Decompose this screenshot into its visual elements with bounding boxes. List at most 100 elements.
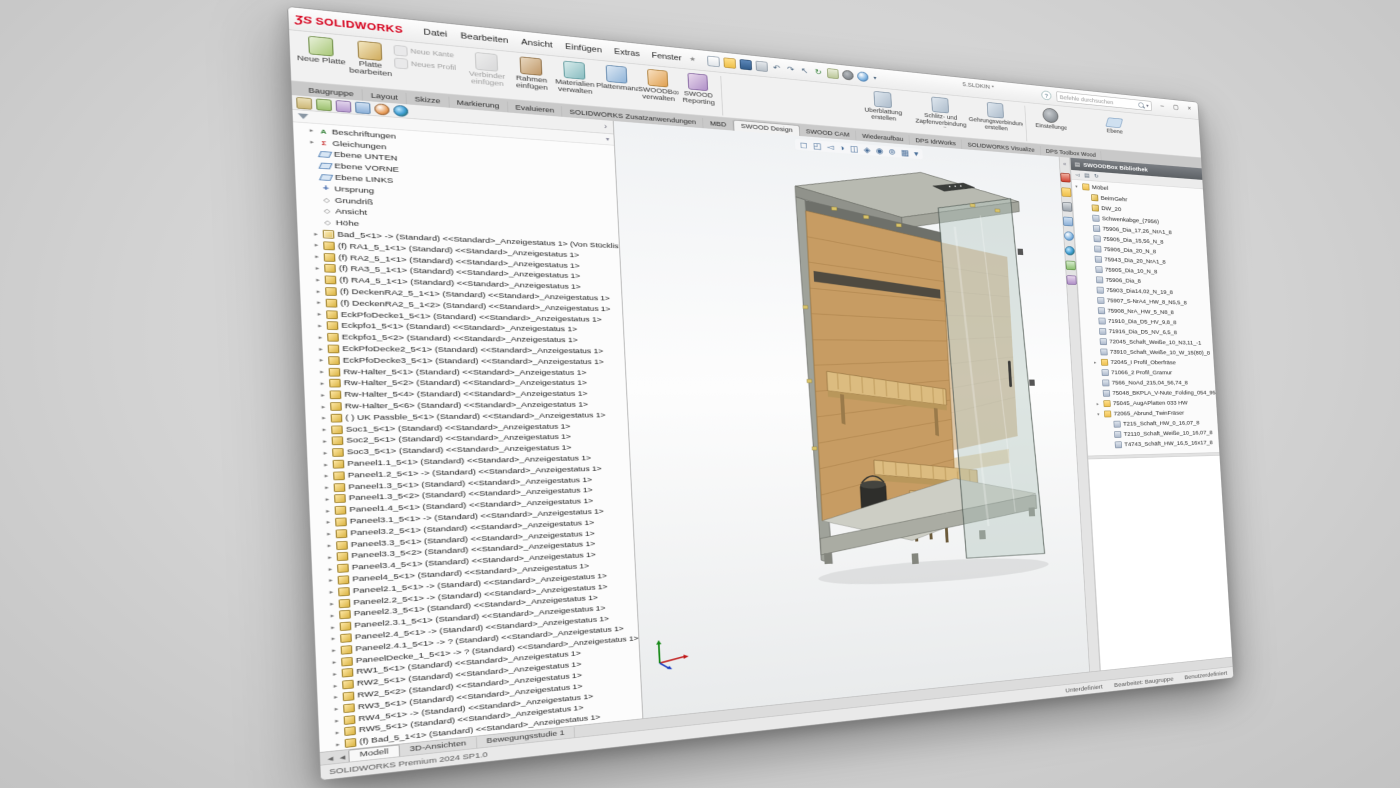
expand-arrow-icon[interactable]: ▸ <box>322 461 330 467</box>
expand-arrow-icon[interactable]: ▸ <box>323 473 331 479</box>
minimize-button[interactable]: – <box>1155 100 1168 111</box>
expand-arrow-icon[interactable]: ▸ <box>331 671 339 678</box>
expand-arrow-icon[interactable]: ▸ <box>324 508 332 515</box>
settings-button[interactable]: Einstellungen <box>1034 105 1067 132</box>
display-style-icon[interactable]: ◈ <box>863 145 870 155</box>
solidworks-resources-icon[interactable] <box>1060 173 1070 183</box>
expand-arrow-icon[interactable]: ▸ <box>314 277 322 283</box>
expand-arrow-icon[interactable]: ▸ <box>317 334 325 340</box>
expand-arrow-icon[interactable]: ▸ <box>326 554 334 561</box>
tp-back-icon[interactable]: ◅ <box>1075 171 1080 178</box>
tp-home-icon[interactable]: ▤ <box>1084 172 1090 179</box>
help-icon[interactable]: ? <box>1041 90 1051 100</box>
expand-arrow-icon[interactable]: ▸ <box>330 647 338 654</box>
plane-button[interactable]: Ebene <box>1101 112 1128 137</box>
select-icon[interactable]: ↖ <box>799 66 809 76</box>
filter-icon[interactable] <box>298 113 309 119</box>
command-button[interactable]: SWOOD Reporting <box>677 70 718 108</box>
expand-arrow-icon[interactable]: ▸ <box>333 717 341 724</box>
expand-arrow-icon[interactable]: ▸ <box>333 706 341 713</box>
apply-scene-icon[interactable]: ▦ <box>901 148 910 158</box>
menu-item[interactable]: Einfügen <box>559 39 609 57</box>
forum-icon[interactable] <box>1066 275 1076 285</box>
expand-arrow-icon[interactable]: ▸ <box>332 682 340 689</box>
feature-tree-item[interactable]: ▸ Rw-Halter_5<1> (Standard) <<Standard>_… <box>303 366 625 378</box>
expand-arrow-icon[interactable]: ▸ <box>332 694 340 701</box>
print-icon[interactable] <box>755 61 767 72</box>
menu-item[interactable]: Ansicht <box>514 35 559 52</box>
expand-arrow-icon[interactable]: ▸ <box>318 369 326 375</box>
command-button[interactable]: SWOODBox verwalten <box>637 66 679 104</box>
expand-arrow-icon[interactable]: ▸ <box>318 357 326 363</box>
command-button[interactable]: Materialien verwalten <box>552 58 597 97</box>
section-view-icon[interactable]: ◑ <box>839 143 845 153</box>
custom-properties-icon[interactable] <box>1066 261 1076 271</box>
expand-arrow-icon[interactable]: ▸ <box>313 254 321 260</box>
edit-appearance-icon[interactable]: ⊚ <box>888 147 896 157</box>
expand-arrow-icon[interactable]: ▸ <box>325 519 333 526</box>
search-icon[interactable] <box>1138 102 1144 108</box>
configurationmanager-tab-icon[interactable] <box>336 100 352 113</box>
dimxpert-tab-icon[interactable] <box>355 101 371 114</box>
tp-refresh-icon[interactable]: ↻ <box>1094 173 1099 180</box>
menu-item[interactable]: Extras <box>608 44 646 60</box>
close-button[interactable]: × <box>1183 103 1196 114</box>
filter-dropdown-icon[interactable]: ▾ <box>606 136 610 143</box>
command-button[interactable]: Plattenmanager <box>595 62 638 101</box>
rebuild-icon[interactable]: ↻ <box>813 67 823 77</box>
command-button[interactable]: Rahmen einfügen <box>508 54 554 94</box>
redo-icon[interactable]: ↷ <box>785 64 796 74</box>
menu-pin-icon[interactable]: ★ <box>689 55 696 63</box>
expand-arrow-icon[interactable]: ▸ <box>334 729 342 736</box>
expand-arrow-icon[interactable]: ▸ <box>1094 360 1099 365</box>
expand-arrow-icon[interactable]: ▸ <box>312 231 320 238</box>
expand-arrow-icon[interactable]: ▸ <box>331 659 339 666</box>
expand-arrow-icon[interactable]: ▸ <box>321 427 329 433</box>
expand-arrow-icon[interactable]: ▸ <box>308 139 316 146</box>
command-button[interactable]: Neue Platte <box>295 33 346 76</box>
menu-item[interactable]: Datei <box>416 24 454 41</box>
expand-arrow-icon[interactable]: ▸ <box>329 624 337 631</box>
menu-item[interactable]: Fenster <box>645 48 687 65</box>
appearances-icon[interactable] <box>1064 231 1074 241</box>
view-settings-icon[interactable]: ▾ <box>914 149 919 158</box>
expand-arrow-icon[interactable]: ▸ <box>1096 401 1101 406</box>
displaymanager-tab-icon[interactable] <box>374 103 390 116</box>
panel-collapse-icon[interactable]: › <box>601 122 610 130</box>
search-dropdown-icon[interactable]: ▾ <box>1146 103 1149 109</box>
file-properties-icon[interactable] <box>827 68 839 79</box>
command-button[interactable]: Verbinder einfügen <box>463 49 510 90</box>
new-document-icon[interactable] <box>707 56 720 67</box>
expand-arrow-icon[interactable]: ▸ <box>320 415 328 421</box>
feature-tree-item[interactable]: ▸ Rw-Halter_5<2> (Standard) <<Standard>_… <box>304 378 626 390</box>
library-tree-item[interactable]: 7566_NoAd_215,04_56,74_8 <box>1083 378 1232 388</box>
hide-show-items-icon[interactable]: ◉ <box>875 146 883 156</box>
expand-arrow-icon[interactable]: ▾ <box>1075 184 1080 189</box>
open-icon[interactable] <box>723 57 736 68</box>
propertymanager-tab-icon[interactable] <box>316 98 332 111</box>
appearance-icon[interactable] <box>857 71 869 82</box>
featuremanager-tab-icon[interactable] <box>296 97 312 110</box>
expand-arrow-icon[interactable]: ▸ <box>315 300 323 306</box>
expand-arrow-icon[interactable]: ▸ <box>316 311 324 317</box>
undo-icon[interactable]: ↶ <box>771 63 782 73</box>
expand-arrow-icon[interactable]: ▸ <box>308 127 316 134</box>
expand-arrow-icon[interactable]: ▸ <box>328 589 336 596</box>
save-icon[interactable] <box>740 59 753 70</box>
zoom-fit-icon[interactable]: ◻ <box>800 140 808 150</box>
expand-arrow-icon[interactable]: ▸ <box>327 577 335 584</box>
options-icon[interactable] <box>842 70 854 81</box>
menu-item[interactable]: Bearbeiten <box>454 28 516 47</box>
expand-arrow-icon[interactable]: ▸ <box>317 346 325 352</box>
expand-arrow-icon[interactable]: ▸ <box>330 636 338 643</box>
zoom-area-icon[interactable]: ◰ <box>813 141 822 151</box>
expand-arrow-icon[interactable]: ▸ <box>322 450 330 456</box>
sauna-3d-model[interactable] <box>784 157 1061 603</box>
expand-arrow-icon[interactable]: ▸ <box>313 242 321 248</box>
expand-arrow-icon[interactable]: ▸ <box>324 496 332 503</box>
expand-arrow-icon[interactable]: ▸ <box>329 612 337 619</box>
library-tree-item[interactable]: 71066_2 Profil_Gramur <box>1083 367 1232 378</box>
expand-arrow-icon[interactable]: ▸ <box>326 542 334 549</box>
toolbar-dropdown-icon[interactable]: ▾ <box>872 73 878 82</box>
swood-library-icon[interactable] <box>1065 246 1075 256</box>
